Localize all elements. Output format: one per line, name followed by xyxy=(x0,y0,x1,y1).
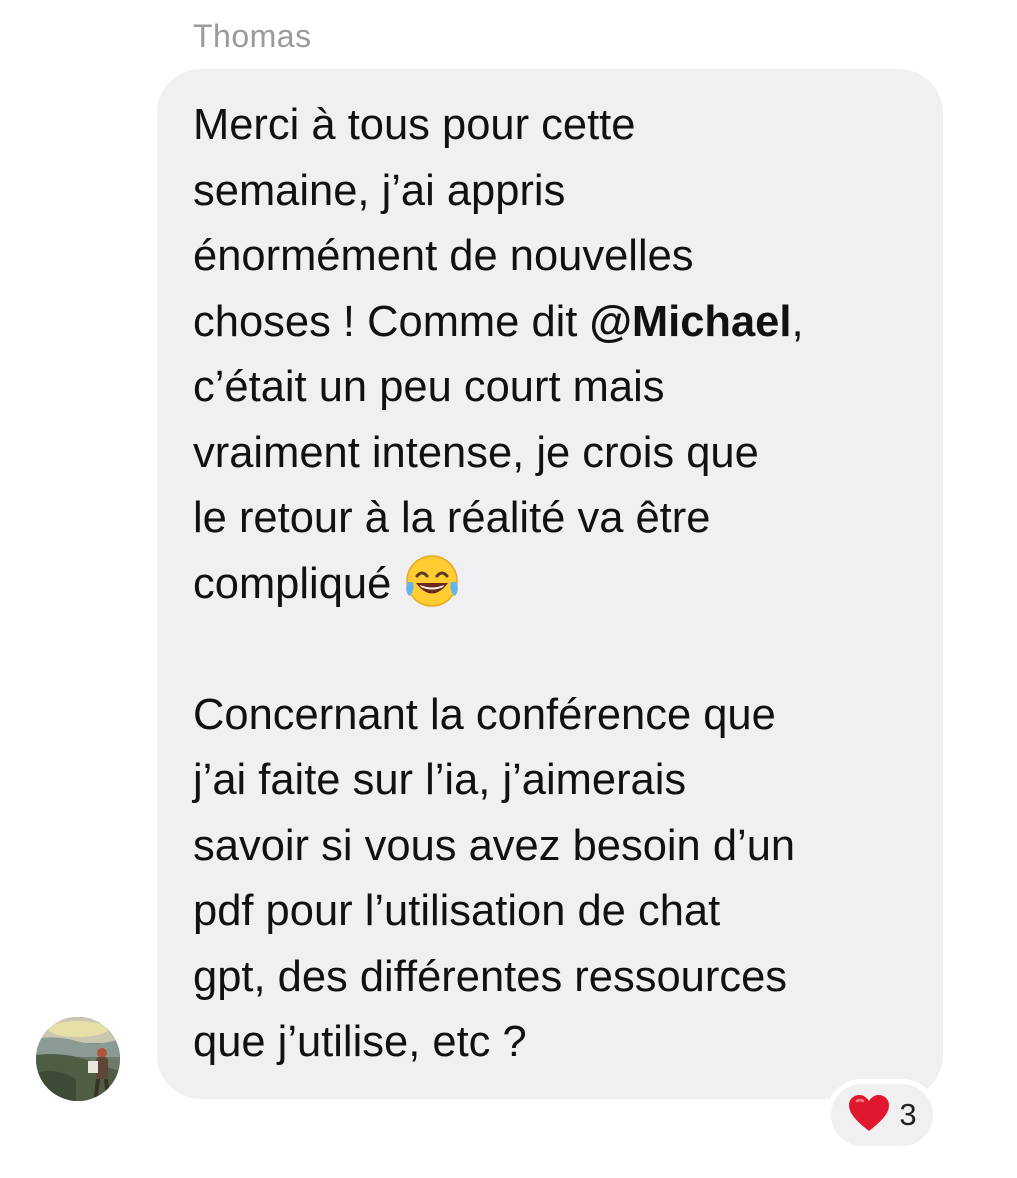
message-line: vraiment intense, je crois que xyxy=(193,428,759,477)
sender-name: Thomas xyxy=(193,18,312,54)
message-line: pdf pour l’utilisation de chat xyxy=(193,887,721,935)
reaction-count: 3 xyxy=(899,1097,917,1132)
message-line: compliqué xyxy=(193,559,392,608)
message-line: semaine, j’ai appris xyxy=(193,166,566,215)
message-line: c’était un peu court mais xyxy=(193,363,665,411)
message-bubble[interactable]: Merci à tous pour cette semaine, j’ai ap… xyxy=(157,69,943,1099)
message-text: Merci à tous pour cette semaine, j’ai ap… xyxy=(193,93,913,1076)
face-with-tears-of-joy-icon xyxy=(403,552,461,610)
message-line: savoir si vous avez besoin d’un xyxy=(193,821,796,870)
message-line: choses ! Comme dit xyxy=(193,297,590,346)
message-line: Merci à tous pour cette xyxy=(193,101,636,149)
message-line: énormément de nouvelles xyxy=(193,232,694,280)
sender-avatar[interactable] xyxy=(36,1017,120,1101)
message-line: le retour à la réalité va être xyxy=(193,494,711,542)
message-line: gpt, des différentes ressources xyxy=(193,952,788,1001)
message-line: Concernant la conférence que xyxy=(193,690,776,739)
message-punctuation: , xyxy=(791,297,804,346)
avatar-photo xyxy=(36,1017,120,1101)
message-line: que j’utilise, etc ? xyxy=(193,1018,527,1066)
mention-michael[interactable]: @Michael xyxy=(589,298,791,346)
message-line: j’ai faite sur l’ia, j’aimerais xyxy=(193,756,687,804)
red-heart-icon xyxy=(847,1093,891,1138)
reaction-pill[interactable]: 3 xyxy=(826,1079,938,1151)
